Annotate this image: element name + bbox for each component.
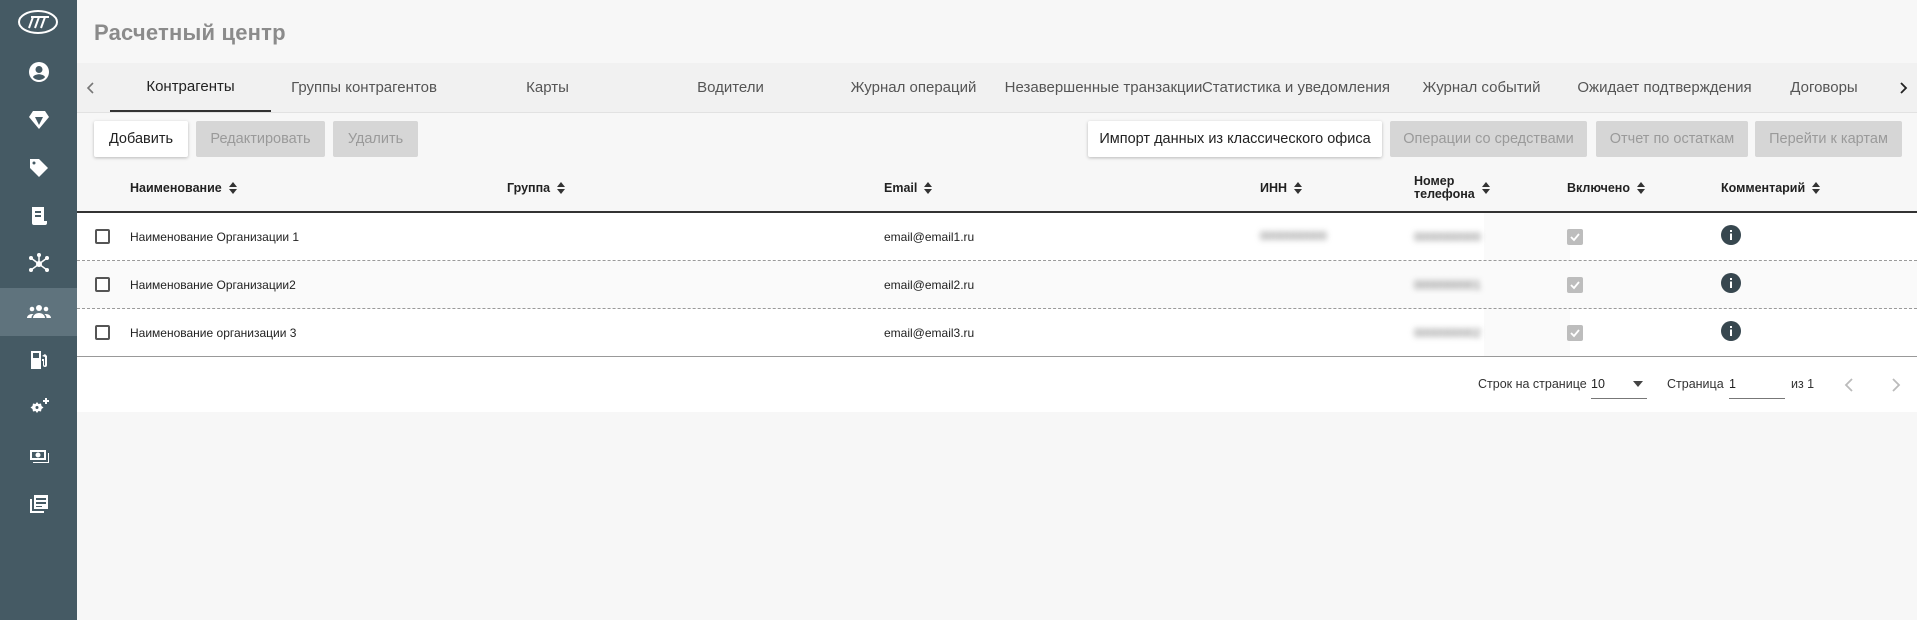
- go-to-cards-button[interactable]: Перейти к картам: [1755, 121, 1902, 157]
- sidebar-item-loyalty[interactable]: [0, 96, 77, 144]
- cell-inn: 0000000000: [1260, 228, 1327, 243]
- sidebar-item-profile[interactable]: [0, 48, 77, 96]
- row-checkbox[interactable]: [95, 229, 110, 244]
- balance-report-button[interactable]: Отчет по остаткам: [1596, 121, 1748, 157]
- sort-icon: [228, 182, 237, 194]
- cell-name: Наименование Организации 1: [130, 229, 300, 244]
- rows-per-page-label: Строк на странице: [1478, 377, 1587, 391]
- sidebar: [0, 0, 77, 620]
- sort-icon: [557, 182, 566, 194]
- chevron-right-icon: [1900, 81, 1908, 94]
- cell-phone: 0000000002: [1414, 325, 1481, 340]
- tab-scroll-left-button[interactable]: [77, 63, 105, 112]
- diamond-icon: [28, 111, 49, 129]
- tab-contracts[interactable]: Договоры: [1757, 63, 1891, 112]
- enabled-checkbox: [1567, 325, 1583, 341]
- cell-email: email@email1.ru: [884, 229, 975, 244]
- column-header-phone[interactable]: Номер телефона: [1414, 165, 1491, 211]
- cell-email: email@email3.ru: [884, 325, 975, 340]
- import-button[interactable]: Импорт данных из классического офиса: [1088, 121, 1382, 157]
- tab-cards[interactable]: Карты: [457, 63, 638, 112]
- table-row[interactable]: Наименование Организации 1 email@email1.…: [77, 213, 1917, 261]
- column-header-email[interactable]: Email: [884, 165, 933, 211]
- sort-icon: [1294, 182, 1303, 194]
- cell-name: Наименование организации 3: [130, 325, 297, 340]
- tab-scroll-right-button[interactable]: [1889, 63, 1917, 112]
- user-circle-icon: [28, 62, 49, 82]
- cell-email: email@email2.ru: [884, 277, 975, 292]
- tab-counterparty-groups[interactable]: Группы контрагентов: [273, 63, 455, 112]
- checkmark-icon: [1570, 281, 1580, 290]
- add-button[interactable]: Добавить: [94, 121, 188, 157]
- rows-per-page-select[interactable]: 10: [1591, 369, 1647, 399]
- sidebar-item-documents[interactable]: [0, 192, 77, 240]
- money-icon: [29, 450, 49, 463]
- table-header: Наименование Группа Email ИНН Номер теле…: [77, 165, 1917, 213]
- page-total: из 1: [1791, 377, 1815, 391]
- column-header-group[interactable]: Группа: [507, 165, 566, 211]
- sort-icon: [1481, 182, 1490, 194]
- sort-icon: [1812, 182, 1821, 194]
- chevron-left-icon: [86, 81, 94, 94]
- edit-button[interactable]: Редактировать: [196, 121, 325, 157]
- sidebar-item-fuel[interactable]: [0, 336, 77, 384]
- funds-operations-button[interactable]: Операции со средствами: [1390, 121, 1587, 157]
- checkmark-icon: [1570, 329, 1580, 338]
- delete-button[interactable]: Удалить: [333, 121, 418, 157]
- row-checkbox[interactable]: [95, 325, 110, 340]
- tab-statistics[interactable]: Статистика и уведомления: [1202, 63, 1390, 112]
- sidebar-item-network[interactable]: [0, 240, 77, 288]
- enabled-checkbox: [1567, 277, 1583, 293]
- cell-phone: 0000000001: [1414, 277, 1481, 292]
- cell-name: Наименование Организации2: [130, 277, 296, 292]
- tab-counterparties[interactable]: Контрагенты: [110, 63, 271, 112]
- checkmark-icon: [1570, 233, 1580, 242]
- tag-icon: [29, 159, 48, 177]
- users-group-icon: [26, 305, 51, 318]
- counterparties-table: Наименование Группа Email ИНН Номер теле…: [77, 165, 1917, 357]
- prev-page-button[interactable]: [1838, 374, 1860, 396]
- sidebar-item-tags[interactable]: [0, 144, 77, 192]
- page-input[interactable]: 1: [1729, 369, 1785, 399]
- cell-phone: 0000000000: [1414, 229, 1481, 244]
- sidebar-item-counterparties[interactable]: [0, 288, 77, 336]
- sort-icon: [1636, 182, 1645, 194]
- caret-down-icon: [1633, 381, 1643, 387]
- row-checkbox[interactable]: [95, 277, 110, 292]
- gear-plus-icon: [30, 398, 49, 413]
- column-header-enabled[interactable]: Включено: [1567, 165, 1646, 211]
- receipt-icon: [31, 207, 47, 225]
- page-label: Страница: [1667, 377, 1724, 391]
- enabled-checkbox: [1567, 229, 1583, 245]
- tab-pending-transactions[interactable]: Незавершенные транзакции: [1005, 63, 1203, 112]
- tab-operations-log[interactable]: Журнал операций: [823, 63, 1004, 112]
- sidebar-item-reports[interactable]: [0, 480, 77, 528]
- network-icon: [28, 253, 49, 272]
- logo-icon[interactable]: [17, 9, 59, 35]
- library-books-icon: [29, 495, 48, 513]
- table-row[interactable]: Наименование организации 3 email@email3.…: [77, 309, 1917, 357]
- column-header-inn[interactable]: ИНН: [1260, 165, 1303, 211]
- next-page-button[interactable]: [1885, 374, 1907, 396]
- tab-events-log[interactable]: Журнал событий: [1391, 63, 1572, 112]
- column-header-name[interactable]: Наименование: [130, 165, 238, 211]
- sidebar-item-settings[interactable]: [0, 384, 77, 432]
- info-icon[interactable]: [1721, 273, 1741, 293]
- column-header-comment[interactable]: Комментарий: [1721, 165, 1821, 211]
- sort-icon: [924, 182, 933, 194]
- tab-awaiting-confirmation[interactable]: Ожидает подтверждения: [1574, 63, 1755, 112]
- tab-drivers[interactable]: Водители: [640, 63, 821, 112]
- pagination: Строк на странице 10 Страница 1 из 1: [77, 357, 1917, 412]
- table-row[interactable]: Наименование Организации2 email@email2.r…: [77, 261, 1917, 309]
- sidebar-item-payments[interactable]: [0, 432, 77, 480]
- info-icon[interactable]: [1721, 321, 1741, 341]
- info-icon[interactable]: [1721, 225, 1741, 245]
- page-title: Расчетный центр: [94, 20, 286, 45]
- fuel-pump-icon: [30, 351, 47, 369]
- tab-bar: Контрагенты Группы контрагентов Карты Во…: [77, 63, 1917, 113]
